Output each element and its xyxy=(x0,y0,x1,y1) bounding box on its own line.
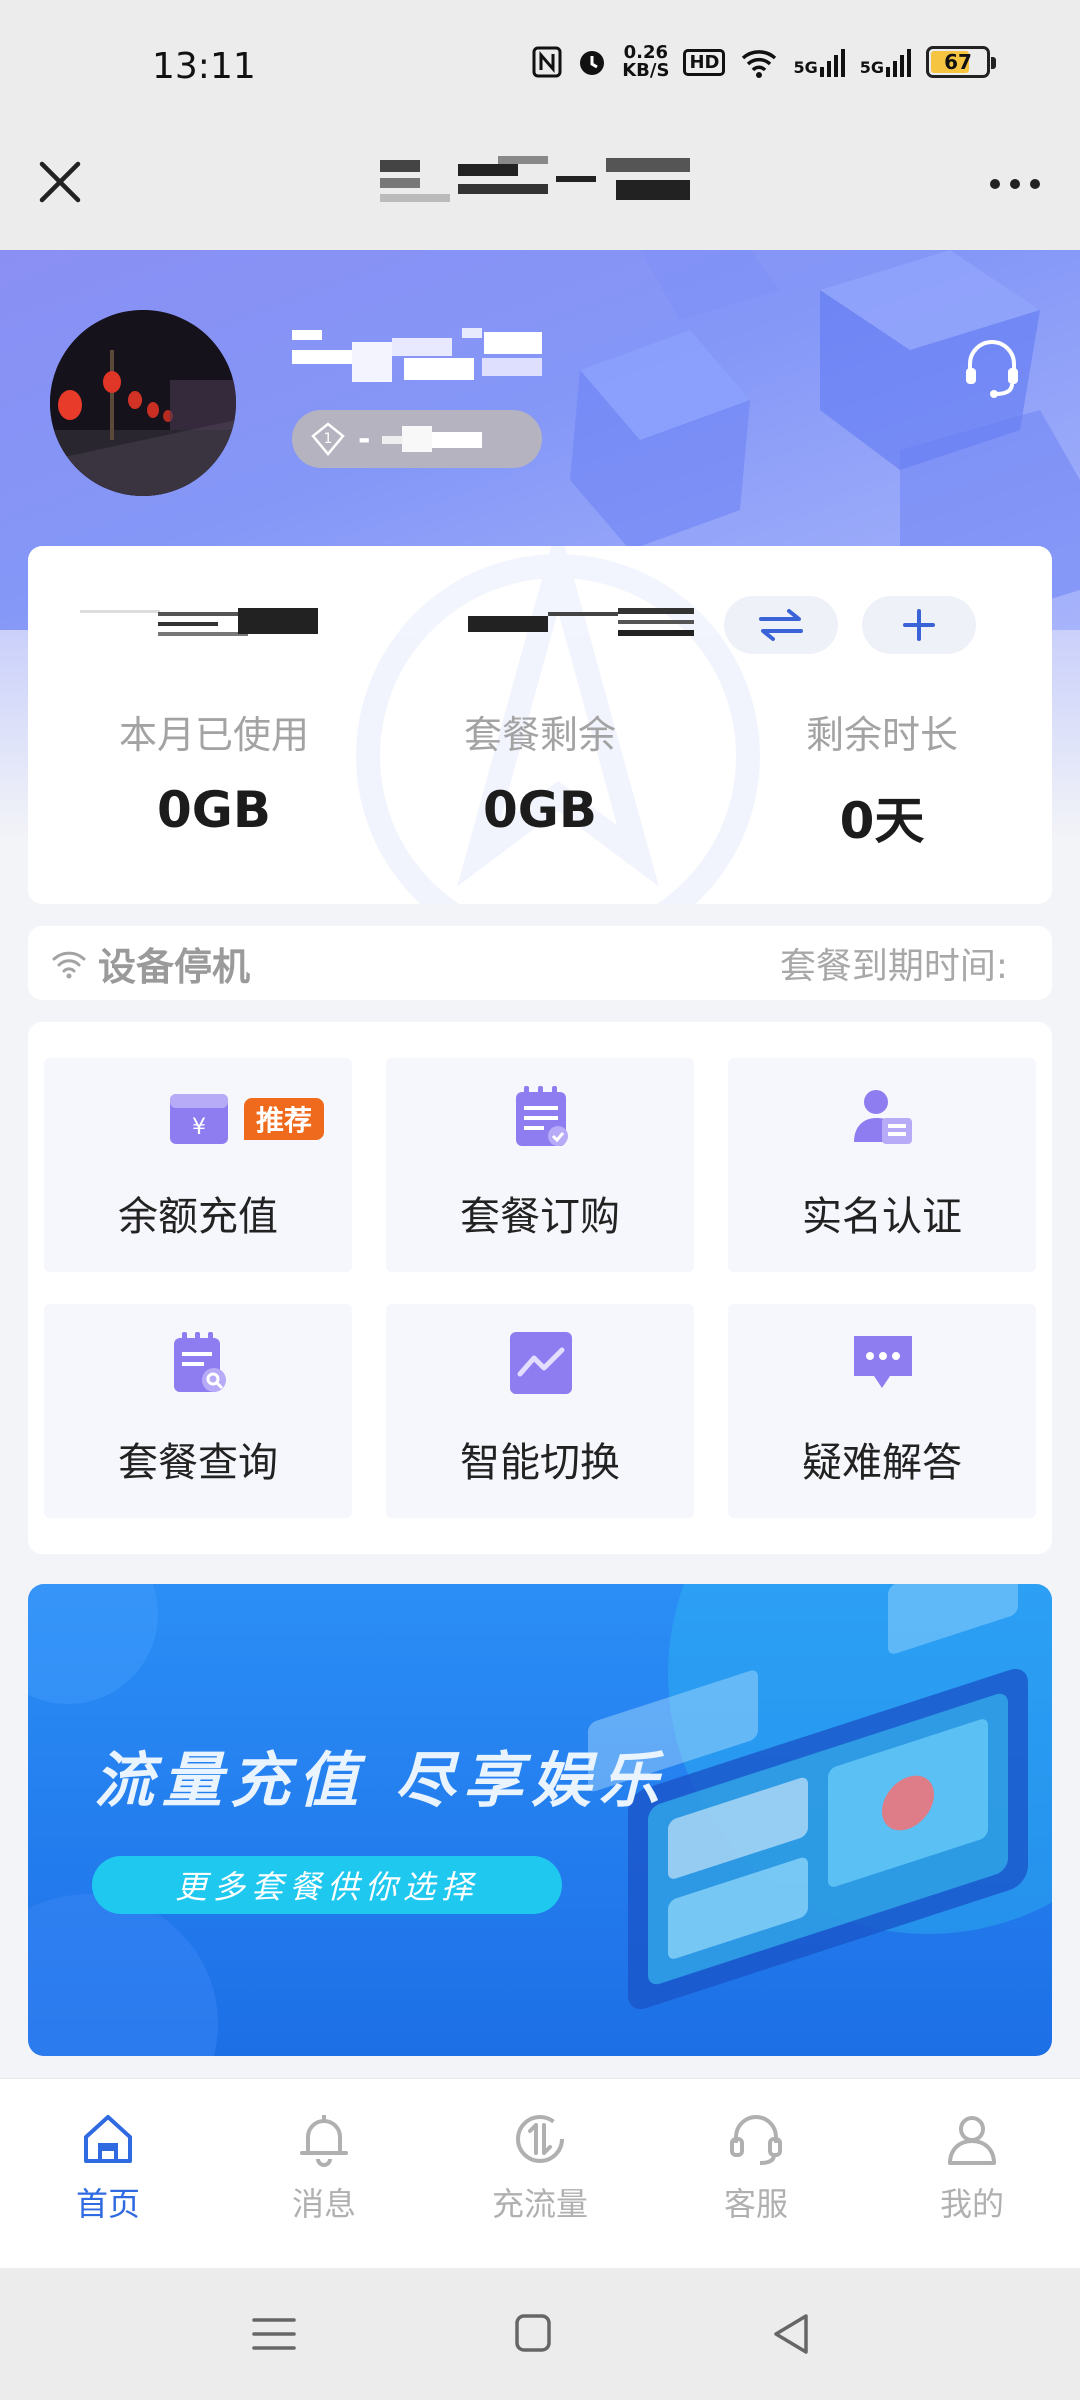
menu-icon[interactable] xyxy=(244,2308,304,2360)
func-package-query[interactable]: 套餐查询 xyxy=(44,1304,352,1518)
status-bar: 13:11 0.26 KB/S HD 5G 5G 67 xyxy=(0,0,1080,130)
tab-label: 首页 xyxy=(75,2185,140,2223)
stat-label: 剩余时长 xyxy=(805,713,958,757)
app-header xyxy=(0,130,1080,250)
recommend-badge: 推荐 xyxy=(244,1098,325,1140)
wifi-small-icon xyxy=(52,951,86,979)
battery-icon: 67 xyxy=(926,46,996,78)
diamond-icon: 1 xyxy=(311,422,345,456)
back-icon[interactable] xyxy=(762,2308,822,2360)
query-list-icon xyxy=(174,1332,226,1392)
stat-package-remaining: 套餐剩余 0GB xyxy=(370,704,710,839)
signal-2: 5G xyxy=(860,47,912,77)
usage-stats-card: 本月已使用 0GB 套餐剩余 0GB 剩余时长 0天 xyxy=(28,546,1052,904)
bell-icon xyxy=(300,2115,348,2167)
func-package-order[interactable]: 套餐订购 xyxy=(386,1058,694,1272)
func-label: 疑难解答 xyxy=(802,1440,962,1486)
device-status-bar: 设备停机 套餐到期时间: xyxy=(28,926,1052,1000)
wallet-icon: ¥ xyxy=(170,1094,228,1144)
tab-customer-service[interactable]: 客服 xyxy=(648,2079,864,2268)
battery-level: 67 xyxy=(944,50,972,74)
member-level-badge: 1 - xyxy=(292,410,542,468)
signal-1: 5G xyxy=(793,47,845,77)
package-expire-label: 套餐到期时间: xyxy=(779,946,1008,987)
func-label: 套餐订购 xyxy=(460,1194,620,1240)
func-label: 实名认证 xyxy=(802,1194,962,1240)
home-square-icon[interactable] xyxy=(503,2308,563,2360)
redacted-sim-number xyxy=(80,608,318,636)
signal-bars-icon xyxy=(886,49,911,77)
home-icon xyxy=(84,2115,132,2163)
nfc-icon xyxy=(532,46,562,78)
level-dash: - xyxy=(358,421,371,457)
stat-label: 套餐剩余 xyxy=(463,713,616,757)
tab-label: 消息 xyxy=(291,2185,356,2223)
close-icon[interactable] xyxy=(30,152,90,212)
tab-messages[interactable]: 消息 xyxy=(216,2079,432,2268)
net-speed-unit: KB/S xyxy=(622,60,670,81)
banner-background-decoration xyxy=(28,1584,1052,2056)
stat-value: 0GB xyxy=(157,781,271,839)
data-recharge-icon xyxy=(516,2115,564,2163)
add-card-button[interactable] xyxy=(862,596,976,654)
func-balance-recharge[interactable]: ¥ 推荐 余额充值 xyxy=(44,1058,352,1272)
id-card-icon xyxy=(854,1090,912,1144)
func-smart-switch[interactable]: 智能切换 xyxy=(386,1304,694,1518)
bottom-tab-bar: 首页 消息 充流量 客服 我的 xyxy=(0,2078,1080,2268)
level-digit: 1 xyxy=(324,431,333,447)
function-grid: ¥ 推荐 余额充值 套餐订购 实名认证 套餐查询 智能切换 疑难解答 xyxy=(28,1022,1052,1554)
stat-used-this-month: 本月已使用 0GB xyxy=(44,704,384,839)
redacted-user-name xyxy=(292,328,542,382)
func-label: 智能切换 xyxy=(460,1440,620,1486)
hd-icon: HD xyxy=(683,48,726,76)
headset-icon xyxy=(730,2115,782,2165)
system-nav-bar xyxy=(0,2268,1080,2400)
func-label: 套餐查询 xyxy=(118,1440,278,1486)
net-speed: 0.26 KB/S xyxy=(622,44,669,80)
customer-service-icon[interactable] xyxy=(960,336,1024,400)
tab-label: 我的 xyxy=(939,2185,1004,2223)
tab-profile[interactable]: 我的 xyxy=(864,2079,1080,2268)
func-label: 余额充值 xyxy=(118,1194,278,1240)
plus-icon xyxy=(903,609,935,641)
redacted-package-name xyxy=(468,608,694,636)
redacted-level-text xyxy=(382,426,483,452)
status-icons: 0.26 KB/S HD 5G 5G 67 xyxy=(532,44,996,80)
alarm-icon xyxy=(580,51,605,75)
user-icon xyxy=(948,2116,996,2165)
func-faq[interactable]: 疑难解答 xyxy=(728,1304,1036,1518)
stat-remaining-days: 剩余时长 0天 xyxy=(712,704,1052,853)
func-real-name-auth[interactable]: 实名认证 xyxy=(728,1058,1036,1272)
switch-card-button[interactable] xyxy=(724,596,838,654)
redacted-page-title xyxy=(380,156,690,202)
tab-data-recharge[interactable]: 充流量 xyxy=(432,2079,648,2268)
promo-banner[interactable]: 流量充值 尽享娱乐 更多套餐供你选择 xyxy=(28,1584,1052,2056)
status-time: 13:11 xyxy=(152,46,256,87)
swap-arrows-icon xyxy=(759,609,803,641)
avatar[interactable] xyxy=(50,310,236,496)
trend-chart-icon xyxy=(510,1332,572,1394)
network-type-2: 5G xyxy=(859,58,884,77)
tab-label: 客服 xyxy=(723,2185,788,2223)
network-type-1: 5G xyxy=(793,58,818,77)
more-icon[interactable] xyxy=(980,154,1050,214)
wifi-icon xyxy=(742,50,777,78)
order-list-icon xyxy=(516,1086,568,1146)
banner-cta-button[interactable]: 更多套餐供你选择 xyxy=(92,1856,562,1914)
banner-title: 流量充值 尽享娱乐 xyxy=(94,1746,667,1816)
svg-text:¥: ¥ xyxy=(192,1115,206,1140)
stat-value: 0GB xyxy=(483,781,597,839)
tab-label: 充流量 xyxy=(491,2185,588,2223)
chat-bubble-icon xyxy=(854,1336,912,1388)
tab-home[interactable]: 首页 xyxy=(0,2079,216,2268)
signal-bars-icon xyxy=(819,49,845,77)
device-status-text: 设备停机 xyxy=(98,944,251,989)
stat-label: 本月已使用 xyxy=(118,713,309,757)
stat-value: 0天 xyxy=(839,792,925,850)
